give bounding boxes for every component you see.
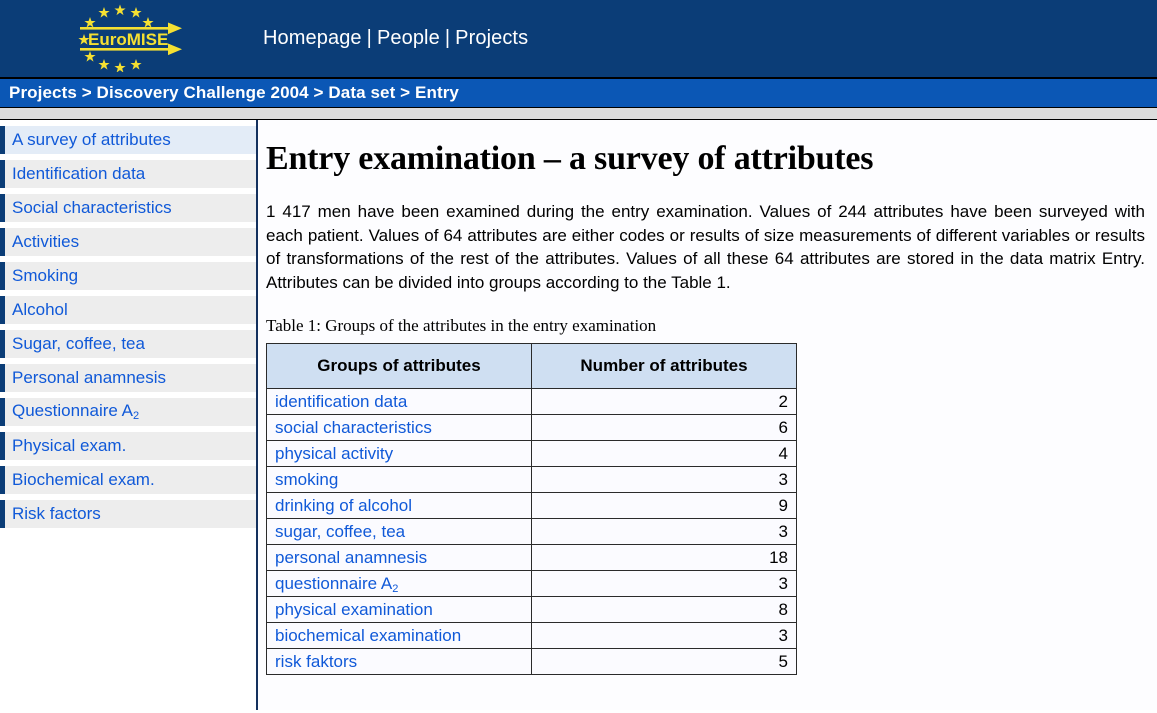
accent-bar-icon bbox=[0, 466, 5, 494]
table-row: questionnaire A2 3 bbox=[266, 570, 797, 597]
sidebar-item-label: A survey of attributes bbox=[12, 130, 171, 149]
sidebar: A survey of attributes Identification da… bbox=[0, 120, 256, 710]
cell-group-name[interactable]: risk faktors bbox=[266, 648, 532, 675]
cell-attribute-count: 5 bbox=[531, 648, 797, 675]
table-row: risk faktors 5 bbox=[266, 648, 797, 675]
sidebar-item-label: Alcohol bbox=[12, 300, 68, 319]
cell-group-name[interactable]: personal anamnesis bbox=[266, 544, 532, 571]
top-navigation: Homepage | People | Projects bbox=[263, 27, 528, 50]
breadcrumb-text[interactable]: Projects > Discovery Challenge 2004 > Da… bbox=[9, 83, 459, 103]
table-row: identification data 2 bbox=[266, 388, 797, 415]
cell-attribute-count: 18 bbox=[531, 544, 797, 571]
accent-bar-icon bbox=[0, 228, 5, 256]
sidebar-item-biochemical-exam[interactable]: Biochemical exam. bbox=[0, 466, 256, 494]
table-row: sugar, coffee, tea 3 bbox=[266, 518, 797, 545]
cell-attribute-count: 9 bbox=[531, 492, 797, 519]
nav-separator-1: | bbox=[366, 27, 372, 49]
cell-group-name[interactable]: questionnaire A2 bbox=[266, 570, 532, 597]
main-content: Entry examination – a survey of attribut… bbox=[258, 120, 1157, 710]
sidebar-item-label: Activities bbox=[12, 232, 80, 251]
sidebar-item-label: Sugar, coffee, tea bbox=[12, 334, 145, 353]
sidebar-item-physical-exam[interactable]: Physical exam. bbox=[0, 432, 256, 460]
sidebar-item-a-survey-of-attributes[interactable]: A survey of attributes bbox=[0, 126, 256, 154]
cell-group-name[interactable]: physical examination bbox=[266, 596, 532, 623]
site-header: EuroMISE Homepage | People | Projects bbox=[0, 0, 1157, 77]
table-row: social characteristics 6 bbox=[266, 414, 797, 441]
cell-group-name-subscript: 2 bbox=[392, 582, 399, 595]
cell-group-name[interactable]: drinking of alcohol bbox=[266, 492, 532, 519]
cell-attribute-count: 6 bbox=[531, 414, 797, 441]
table-row: physical examination 8 bbox=[266, 596, 797, 623]
accent-bar-icon bbox=[0, 500, 5, 528]
sidebar-item-identification-data[interactable]: Identification data bbox=[0, 160, 256, 188]
euromise-logo-text: EuroMISE bbox=[88, 30, 168, 49]
table-header-row: Groups of attributes Number of attribute… bbox=[266, 343, 797, 389]
sidebar-item-label: Risk factors bbox=[12, 504, 101, 523]
cell-attribute-count: 3 bbox=[531, 622, 797, 649]
page-title: Entry examination – a survey of attribut… bbox=[266, 140, 874, 177]
sidebar-item-activities[interactable]: Activities bbox=[0, 228, 256, 256]
cell-attribute-count: 3 bbox=[531, 570, 797, 597]
cell-group-name[interactable]: biochemical examination bbox=[266, 622, 532, 649]
sidebar-item-label: Social characteristics bbox=[12, 198, 172, 217]
nav-link-projects[interactable]: Projects bbox=[455, 27, 528, 49]
table-caption: Table 1: Groups of the attributes in the… bbox=[266, 316, 657, 335]
nav-link-people[interactable]: People bbox=[377, 27, 440, 49]
sidebar-item-label: Identification data bbox=[12, 164, 146, 183]
intro-paragraph: 1 417 men have been examined during the … bbox=[266, 202, 1145, 292]
sidebar-item-sugar-coffee-tea[interactable]: Sugar, coffee, tea bbox=[0, 330, 256, 358]
sidebar-item-label: Physical exam. bbox=[12, 436, 127, 455]
sidebar-item-label: Questionnaire A2 bbox=[0, 401, 140, 423]
sidebar-item-risk-factors[interactable]: Risk factors bbox=[0, 500, 256, 528]
euromise-logo[interactable]: EuroMISE bbox=[0, 0, 200, 77]
table-body: identification data 2 social characteris… bbox=[266, 388, 797, 675]
sidebar-item-personal-anamnesis[interactable]: Personal anamnesis bbox=[0, 364, 256, 392]
sidebar-item-label-subscript: 2 bbox=[132, 410, 140, 422]
table-row: smoking 3 bbox=[266, 466, 797, 493]
sidebar-item-smoking[interactable]: Smoking bbox=[0, 262, 256, 290]
sidebar-item-questionnaire-a2[interactable]: Questionnaire A2 bbox=[0, 398, 256, 426]
table-row: physical activity 4 bbox=[266, 440, 797, 467]
cell-group-name[interactable]: social characteristics bbox=[266, 414, 532, 441]
cell-group-name[interactable]: identification data bbox=[266, 388, 532, 415]
sidebar-item-label: Personal anamnesis bbox=[12, 368, 167, 387]
accent-bar-icon bbox=[0, 432, 5, 460]
column-header-count: Number of attributes bbox=[531, 343, 797, 389]
column-header-groups: Groups of attributes bbox=[266, 343, 532, 389]
accent-bar-icon bbox=[0, 194, 5, 222]
table-row: personal anamnesis 18 bbox=[266, 544, 797, 571]
accent-bar-icon bbox=[0, 330, 5, 358]
euromise-logo-icon: EuroMISE bbox=[78, 4, 182, 72]
nav-separator-2: | bbox=[444, 27, 451, 49]
toolbar-divider bbox=[0, 107, 1157, 120]
sidebar-item-label: Biochemical exam. bbox=[12, 470, 155, 489]
cell-attribute-count: 8 bbox=[531, 596, 797, 623]
cell-group-name-text: questionnaire A bbox=[275, 573, 393, 593]
cell-group-name[interactable]: physical activity bbox=[266, 440, 532, 467]
cell-attribute-count: 3 bbox=[531, 518, 797, 545]
cell-group-name[interactable]: sugar, coffee, tea bbox=[266, 518, 532, 545]
table-head: Groups of attributes Number of attribute… bbox=[266, 343, 797, 389]
page-body: A survey of attributes Identification da… bbox=[0, 120, 1157, 710]
cell-attribute-count: 2 bbox=[531, 388, 797, 415]
attributes-table: Groups of attributes Number of attribute… bbox=[266, 343, 797, 675]
nav-link-homepage[interactable]: Homepage bbox=[263, 27, 362, 49]
cell-attribute-count: 4 bbox=[531, 440, 797, 467]
accent-bar-icon bbox=[0, 364, 5, 392]
sidebar-item-alcohol[interactable]: Alcohol bbox=[0, 296, 256, 324]
cell-attribute-count: 3 bbox=[531, 466, 797, 493]
sidebar-item-label-text: Questionnaire A bbox=[12, 401, 133, 420]
table-row: drinking of alcohol 9 bbox=[266, 492, 797, 519]
accent-bar-icon bbox=[0, 262, 5, 290]
table-row: biochemical examination 3 bbox=[266, 622, 797, 649]
accent-bar-icon bbox=[0, 160, 5, 188]
sidebar-item-label: Smoking bbox=[12, 266, 79, 285]
cell-group-name[interactable]: smoking bbox=[266, 466, 532, 493]
accent-bar-icon bbox=[0, 126, 5, 154]
breadcrumb: Projects > Discovery Challenge 2004 > Da… bbox=[0, 79, 1157, 107]
accent-bar-icon bbox=[0, 398, 5, 426]
accent-bar-icon bbox=[0, 296, 5, 324]
sidebar-item-social-characteristics[interactable]: Social characteristics bbox=[0, 194, 256, 222]
